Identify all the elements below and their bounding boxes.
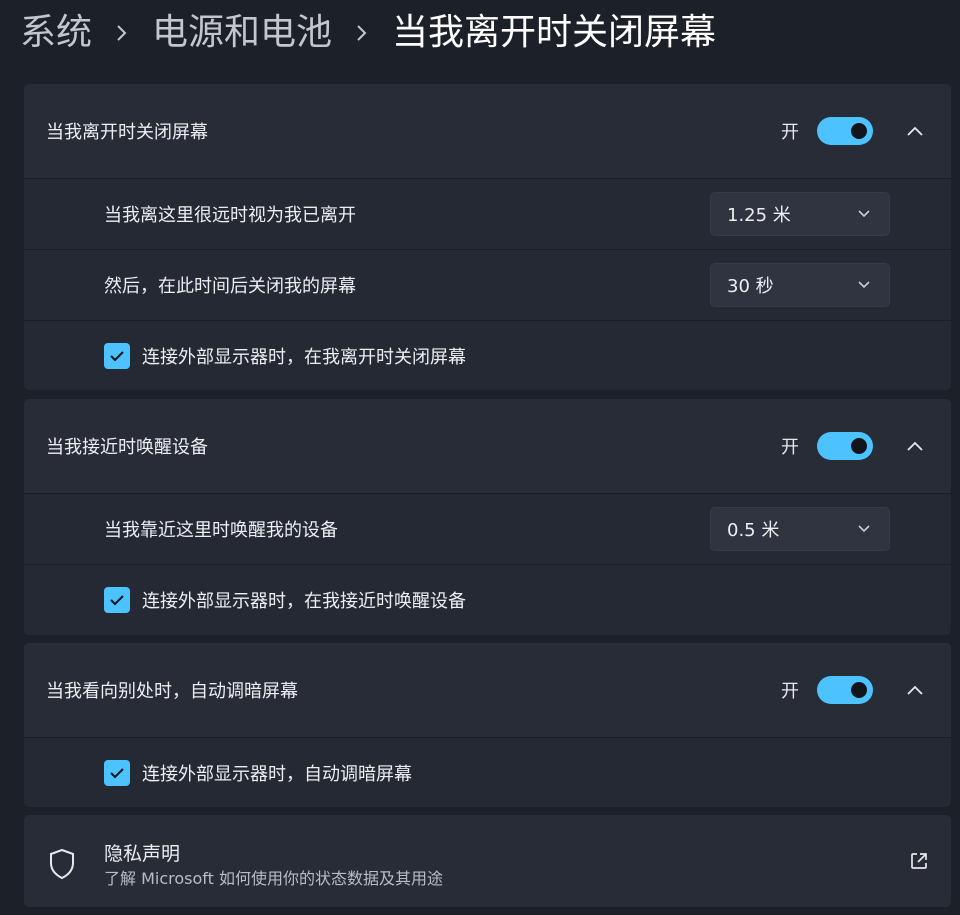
toggle-state-label: 开 [781, 437, 799, 458]
wake-distance-label: 当我靠近这里时唤醒我的设备 [104, 520, 338, 541]
section-title: 当我接近时唤醒设备 [46, 437, 208, 458]
section-wake-on-approach: 当我接近时唤醒设备 开 当我靠近这里时唤醒我的设备 0.5 米 连接外部显示器时… [24, 399, 951, 635]
checkmark-icon [110, 595, 124, 606]
external-monitor-checkbox[interactable] [104, 759, 130, 786]
section-dim-when-looking-away: 当我看向别处时，自动调暗屏幕 开 连接外部显示器时，自动调暗屏幕 [24, 643, 951, 807]
timeout-dropdown[interactable]: 30 秒 [710, 263, 890, 307]
screen-off-toggle[interactable] [817, 117, 873, 145]
breadcrumb-power-battery[interactable]: 电源和电池 [152, 10, 332, 56]
checkmark-icon [110, 767, 124, 778]
checkbox-label: 连接外部显示器时，自动调暗屏幕 [142, 763, 412, 785]
section-title: 当我离开时关闭屏幕 [46, 122, 208, 143]
collapse-button[interactable] [895, 111, 935, 151]
toggle-knob [851, 123, 867, 139]
shield-icon [50, 848, 74, 880]
checkmark-icon [110, 350, 124, 361]
section-header[interactable]: 当我离开时关闭屏幕 开 [24, 84, 951, 178]
external-monitor-row: 连接外部显示器时，自动调暗屏幕 [24, 737, 951, 807]
breadcrumb-system[interactable]: 系统 [20, 10, 92, 56]
external-monitor-row: 连接外部显示器时，在我离开时关闭屏幕 [24, 320, 951, 390]
external-monitor-checkbox[interactable] [104, 342, 130, 369]
checkbox-label: 连接外部显示器时，在我接近时唤醒设备 [142, 591, 466, 612]
wake-toggle[interactable] [817, 432, 873, 460]
privacy-title: 隐私声明 [104, 843, 181, 865]
privacy-statement-link[interactable]: 隐私声明 了解 Microsoft 如何使用你的状态数据及其用途 [24, 815, 951, 907]
distance-value: 1.25 米 [727, 205, 791, 226]
external-monitor-checkbox[interactable] [104, 587, 130, 613]
chevron-down-icon [858, 525, 870, 533]
distance-row: 当我离这里很远时视为我已离开 1.25 米 [24, 178, 951, 249]
dim-toggle[interactable] [817, 676, 873, 704]
chevron-up-icon [907, 685, 923, 695]
chevron-down-icon [858, 210, 870, 218]
chevron-down-icon [858, 281, 870, 289]
toggle-state-label: 开 [781, 681, 799, 702]
collapse-button[interactable] [895, 426, 935, 466]
chevron-right-icon [356, 24, 368, 42]
wake-distance-row: 当我靠近这里时唤醒我的设备 0.5 米 [24, 493, 951, 564]
breadcrumb: 系统 电源和电池 当我离开时关闭屏幕 [20, 8, 716, 58]
page-title: 当我离开时关闭屏幕 [392, 12, 717, 53]
checkbox-label: 连接外部显示器时，在我离开时关闭屏幕 [142, 346, 466, 368]
wake-distance-dropdown[interactable]: 0.5 米 [710, 507, 890, 551]
collapse-button[interactable] [895, 670, 935, 710]
distance-dropdown[interactable]: 1.25 米 [710, 192, 890, 236]
section-screen-off-when-away: 当我离开时关闭屏幕 开 当我离这里很远时视为我已离开 1.25 米 然后，在此时… [24, 84, 951, 390]
chevron-up-icon [907, 441, 923, 451]
section-title: 当我看向别处时，自动调暗屏幕 [46, 681, 298, 702]
timeout-value: 30 秒 [727, 276, 774, 297]
chevron-right-icon [116, 24, 128, 42]
toggle-state-label: 开 [781, 122, 799, 143]
toggle-knob [851, 682, 867, 698]
chevron-up-icon [907, 126, 923, 136]
section-header[interactable]: 当我看向别处时，自动调暗屏幕 开 [24, 643, 951, 737]
timeout-row: 然后，在此时间后关闭我的屏幕 30 秒 [24, 249, 951, 320]
section-header[interactable]: 当我接近时唤醒设备 开 [24, 399, 951, 493]
distance-label: 当我离这里很远时视为我已离开 [104, 205, 356, 226]
privacy-description: 了解 Microsoft 如何使用你的状态数据及其用途 [104, 869, 443, 888]
wake-distance-value: 0.5 米 [727, 520, 780, 541]
external-monitor-row: 连接外部显示器时，在我接近时唤醒设备 [24, 564, 951, 635]
toggle-knob [851, 438, 867, 454]
timeout-label: 然后，在此时间后关闭我的屏幕 [104, 276, 356, 297]
open-external-icon[interactable] [909, 851, 929, 871]
